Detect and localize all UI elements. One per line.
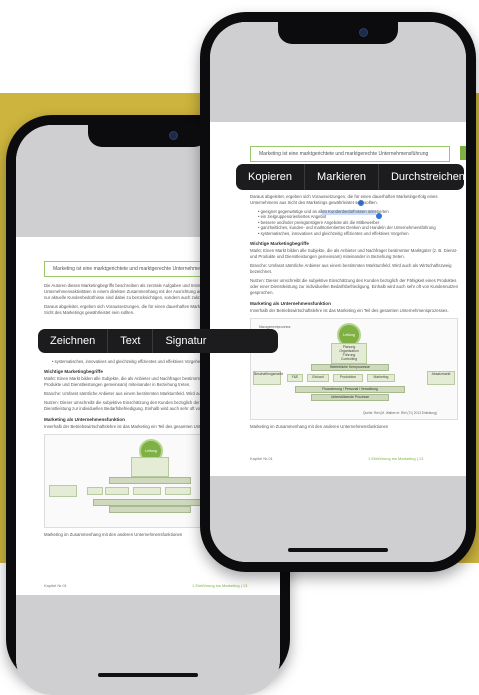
front-phone-screen: Marketing ist eine marktgerichtete und m… (210, 22, 466, 562)
signature-button[interactable]: Signatur (153, 329, 218, 353)
back-footer-right: 1 Einführung ins Marketing | 13 (192, 583, 248, 588)
fig-produktion: Produktion (333, 374, 363, 383)
back-fig-planung (131, 457, 169, 478)
highlight-button[interactable]: Markieren (305, 164, 379, 190)
front-figure: Managementprozesse Leitung Planung Organ… (250, 318, 458, 421)
fig-absatzmarkt: Absatzmarkt (427, 371, 455, 386)
chapter-tab (460, 146, 466, 160)
back-fig-finanz (93, 499, 205, 507)
fig-marketing: Marketing (367, 374, 395, 383)
front-phone: Marketing ist eine marktgerichtete und m… (200, 12, 476, 572)
back-phone-notch (88, 125, 208, 147)
front-para1: Daraus abgeleitet, ergeben sich Vorausse… (250, 194, 438, 205)
back-fig-beschaffung (49, 485, 77, 498)
fig-beschaffungsmarkt: Beschaffungsmarkt (253, 371, 283, 386)
front-markt-text: Markt: Einen Markt bilden alle Subjekte,… (250, 248, 458, 260)
back-fig-kernprozesse (109, 477, 191, 485)
fig-kernprozesse: Betriebliche Kernprozesse (311, 364, 389, 372)
fig-einkauf: Einkauf (307, 374, 329, 383)
back-fig-produktion (133, 487, 161, 496)
front-nutzen-text: Nutzen: Dieser umschreibt die subjektive… (250, 278, 459, 296)
back-bottom-bar (16, 595, 280, 695)
text-button[interactable]: Text (108, 329, 154, 353)
back-home-indicator[interactable] (98, 673, 198, 677)
back-fig-fue (87, 487, 103, 496)
camera-icon (169, 131, 178, 140)
back-fig-marketing (165, 487, 191, 496)
copy-button[interactable]: Kopieren (236, 164, 306, 190)
front-heading-begriffe: Wichtige Marketingbegriffe (250, 241, 309, 247)
front-bullet-5: • systematisches, innovatives und gleich… (258, 230, 409, 236)
back-annotation-toolbar: Zeichnen Text Signatur (38, 329, 278, 353)
front-branche-text: Branche: Umfasst sämtliche Anbieter aus … (250, 263, 452, 275)
front-home-indicator[interactable] (288, 548, 388, 552)
front-header-box: Marketing ist eine marktgerichtete und m… (250, 146, 450, 162)
fig-planung-box: Planung Organisation Führung Controlling (331, 343, 367, 365)
front-footer-right: 1 Einführung ins Marketing | 13 (368, 456, 424, 461)
draw-button[interactable]: Zeichnen (38, 329, 109, 353)
front-document-body: Daraus abgeleitet, ergeben sich Vorausse… (250, 194, 462, 433)
front-phone-notch (278, 22, 398, 44)
fig-unterstuetzend: Unterstützende Prozesse (311, 394, 389, 402)
front-document-header: Marketing ist eine marktgerichtete und m… (250, 146, 450, 162)
front-funktion-text: Innerhalb der Betriebswirtschaftslehre i… (250, 308, 449, 314)
camera-icon (359, 28, 368, 37)
strikethrough-button[interactable]: Durchstreichen (379, 164, 466, 190)
front-annotation-toolbar: Kopieren Markieren Durchstreichen ▶ (236, 164, 466, 190)
front-heading-funktion: Marketing als Unternehmensfunktion (250, 301, 331, 307)
fig-finanzierung: Finanzierung / Personal / Verwaltung (295, 386, 405, 394)
back-footer-left: Kapitel Nr.01 (44, 583, 67, 588)
fig-source: Quelle: Riel (M. Walker et. Riel (71) 20… (363, 411, 437, 416)
front-fig-caption: Marketing im Zusammenhang mit den andere… (250, 424, 389, 430)
front-footer-left: Kapitel Nr.01 (250, 456, 273, 461)
back-fig-einkauf (105, 487, 129, 496)
back-fig-unterstuetzend (109, 506, 191, 514)
fig-fue: F&E (287, 374, 303, 383)
